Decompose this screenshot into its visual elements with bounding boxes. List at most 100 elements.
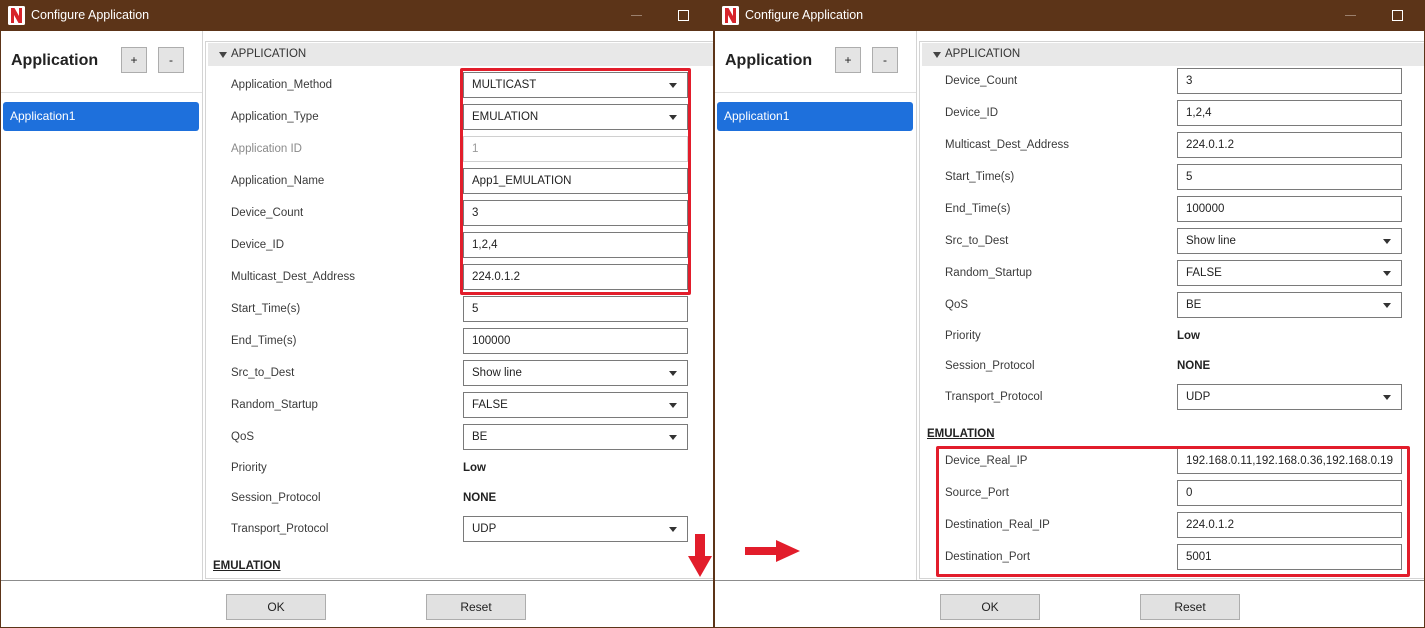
start-time-s-input[interactable]: [463, 296, 688, 322]
source-port-label: Source_Port: [945, 487, 1009, 499]
qos-select[interactable]: BE: [1177, 292, 1402, 318]
random-startup-select[interactable]: FALSE: [463, 392, 688, 418]
application-list-pane: Application + - Application1: [714, 31, 917, 580]
ok-button[interactable]: OK: [940, 594, 1040, 620]
device-count-input[interactable]: [1177, 68, 1402, 94]
ok-button[interactable]: OK: [226, 594, 326, 620]
chevron-down-icon: [669, 527, 677, 532]
chevron-down-icon: [669, 371, 677, 376]
transport-protocol-select[interactable]: UDP: [463, 516, 688, 542]
configure-application-dialog: Configure Application Application + - Ap…: [714, 0, 1425, 628]
transport-protocol-select[interactable]: UDP: [1177, 384, 1402, 410]
reset-button[interactable]: Reset: [1140, 594, 1240, 620]
divider: [714, 92, 916, 93]
device-real-ip-input[interactable]: [1177, 448, 1402, 474]
qos-label: QoS: [945, 299, 969, 311]
application-method-select[interactable]: MULTICAST: [463, 72, 688, 98]
application-id-input: [463, 136, 688, 162]
application-name-input[interactable]: [463, 168, 688, 194]
group-heading-emulation: EMULATION: [213, 560, 281, 572]
row-random-startup: Random_Startup FALSE: [206, 389, 714, 421]
row-start-time-s: Start_Time(s): [206, 293, 714, 325]
qos-label: QoS: [231, 431, 255, 443]
row-transport-protocol: Transport_Protocol UDP: [920, 381, 1425, 413]
application-type-label: Application_Type: [231, 111, 319, 123]
section-header-application[interactable]: APPLICATION: [208, 43, 714, 66]
session-protocol-label: Session_Protocol: [231, 492, 321, 504]
application-list-item[interactable]: Application1: [3, 102, 199, 131]
priority-value: Low: [1177, 330, 1200, 342]
row-device-real-ip: Device_Real_IP: [920, 445, 1425, 477]
properties-panel: APPLICATION Device_Count Device_ID Multica…: [919, 41, 1425, 579]
device-id-input[interactable]: [1177, 100, 1402, 126]
transport-protocol-selected-value: UDP: [1186, 391, 1211, 403]
device-real-ip-label: Device_Real_IP: [945, 455, 1028, 467]
row-transport-protocol: Transport_Protocol UDP: [206, 513, 714, 545]
row-application-type: Application_Type EMULATION: [206, 101, 714, 133]
src-to-dest-select[interactable]: Show line: [463, 360, 688, 386]
priority-label: Priority: [945, 330, 981, 342]
window-title: Configure Application: [745, 8, 864, 22]
minimize-icon[interactable]: [1345, 15, 1356, 16]
application-type-select[interactable]: EMULATION: [463, 104, 688, 130]
device-id-label: Device_ID: [945, 107, 999, 119]
minimize-icon[interactable]: [631, 15, 642, 16]
qos-select[interactable]: BE: [463, 424, 688, 450]
application-name-label: Application_Name: [231, 175, 325, 187]
collapse-triangle-icon: [219, 52, 227, 58]
remove-application-button[interactable]: -: [158, 47, 184, 73]
src-to-dest-select[interactable]: Show line: [1177, 228, 1402, 254]
end-time-s-input[interactable]: [463, 328, 688, 354]
multicast-dest-address-input[interactable]: [1177, 132, 1402, 158]
row-session-protocol: Session_Protocol NONE: [206, 483, 714, 513]
chevron-down-icon: [669, 83, 677, 88]
end-time-s-input[interactable]: [1177, 196, 1402, 222]
row-destination-port: Destination_Port: [920, 541, 1425, 573]
add-application-button[interactable]: +: [121, 47, 147, 73]
application-list-item[interactable]: Application1: [717, 102, 913, 131]
random-startup-select[interactable]: FALSE: [1177, 260, 1402, 286]
maximize-icon[interactable]: [678, 10, 689, 21]
row-source-port: Source_Port: [920, 477, 1425, 509]
maximize-icon[interactable]: [1392, 10, 1403, 21]
title-bar[interactable]: Configure Application: [0, 0, 714, 31]
session-protocol-value: NONE: [1177, 360, 1211, 372]
application-type-selected-value: EMULATION: [472, 111, 539, 123]
dialog-footer: OK Reset: [714, 580, 1425, 628]
device-count-input[interactable]: [463, 200, 688, 226]
destination-port-input[interactable]: [1177, 544, 1402, 570]
row-application-method: Application_Method MULTICAST: [206, 69, 714, 101]
title-bar[interactable]: Configure Application: [714, 0, 1425, 31]
session-protocol-label: Session_Protocol: [945, 360, 1035, 372]
destination-port-label: Destination_Port: [945, 551, 1031, 563]
reset-button[interactable]: Reset: [426, 594, 526, 620]
row-src-to-dest: Src_to_Dest Show line: [206, 357, 714, 389]
row-application-id: Application ID: [206, 133, 714, 165]
row-application-name: Application_Name: [206, 165, 714, 197]
src-to-dest-label: Src_to_Dest: [945, 235, 1009, 247]
device-id-label: Device_ID: [231, 239, 285, 251]
transport-protocol-label: Transport_Protocol: [945, 391, 1043, 403]
destination-real-ip-input[interactable]: [1177, 512, 1402, 538]
device-count-label: Device_Count: [231, 207, 304, 219]
random-startup-selected-value: FALSE: [1186, 267, 1222, 279]
row-end-time-s: End_Time(s): [206, 325, 714, 357]
device-id-input[interactable]: [463, 232, 688, 258]
chevron-down-icon: [1383, 271, 1391, 276]
session-protocol-value: NONE: [463, 492, 497, 504]
source-port-input[interactable]: [1177, 480, 1402, 506]
app-logo-icon: [722, 6, 739, 25]
row-src-to-dest: Src_to_Dest Show line: [920, 225, 1425, 257]
chevron-down-icon: [1383, 303, 1391, 308]
qos-selected-value: BE: [472, 431, 488, 443]
row-priority: Priority Low: [206, 453, 714, 483]
row-qos: QoS BE: [206, 421, 714, 453]
section-header-application[interactable]: APPLICATION: [922, 43, 1425, 66]
start-time-s-input[interactable]: [1177, 164, 1402, 190]
add-application-button[interactable]: +: [835, 47, 861, 73]
multicast-dest-address-input[interactable]: [463, 264, 688, 290]
divider: [0, 92, 202, 93]
remove-application-button[interactable]: -: [872, 47, 898, 73]
application-list-pane: Application + - Application1: [0, 31, 203, 580]
row-multicast-dest-address: Multicast_Dest_Address: [920, 129, 1425, 161]
